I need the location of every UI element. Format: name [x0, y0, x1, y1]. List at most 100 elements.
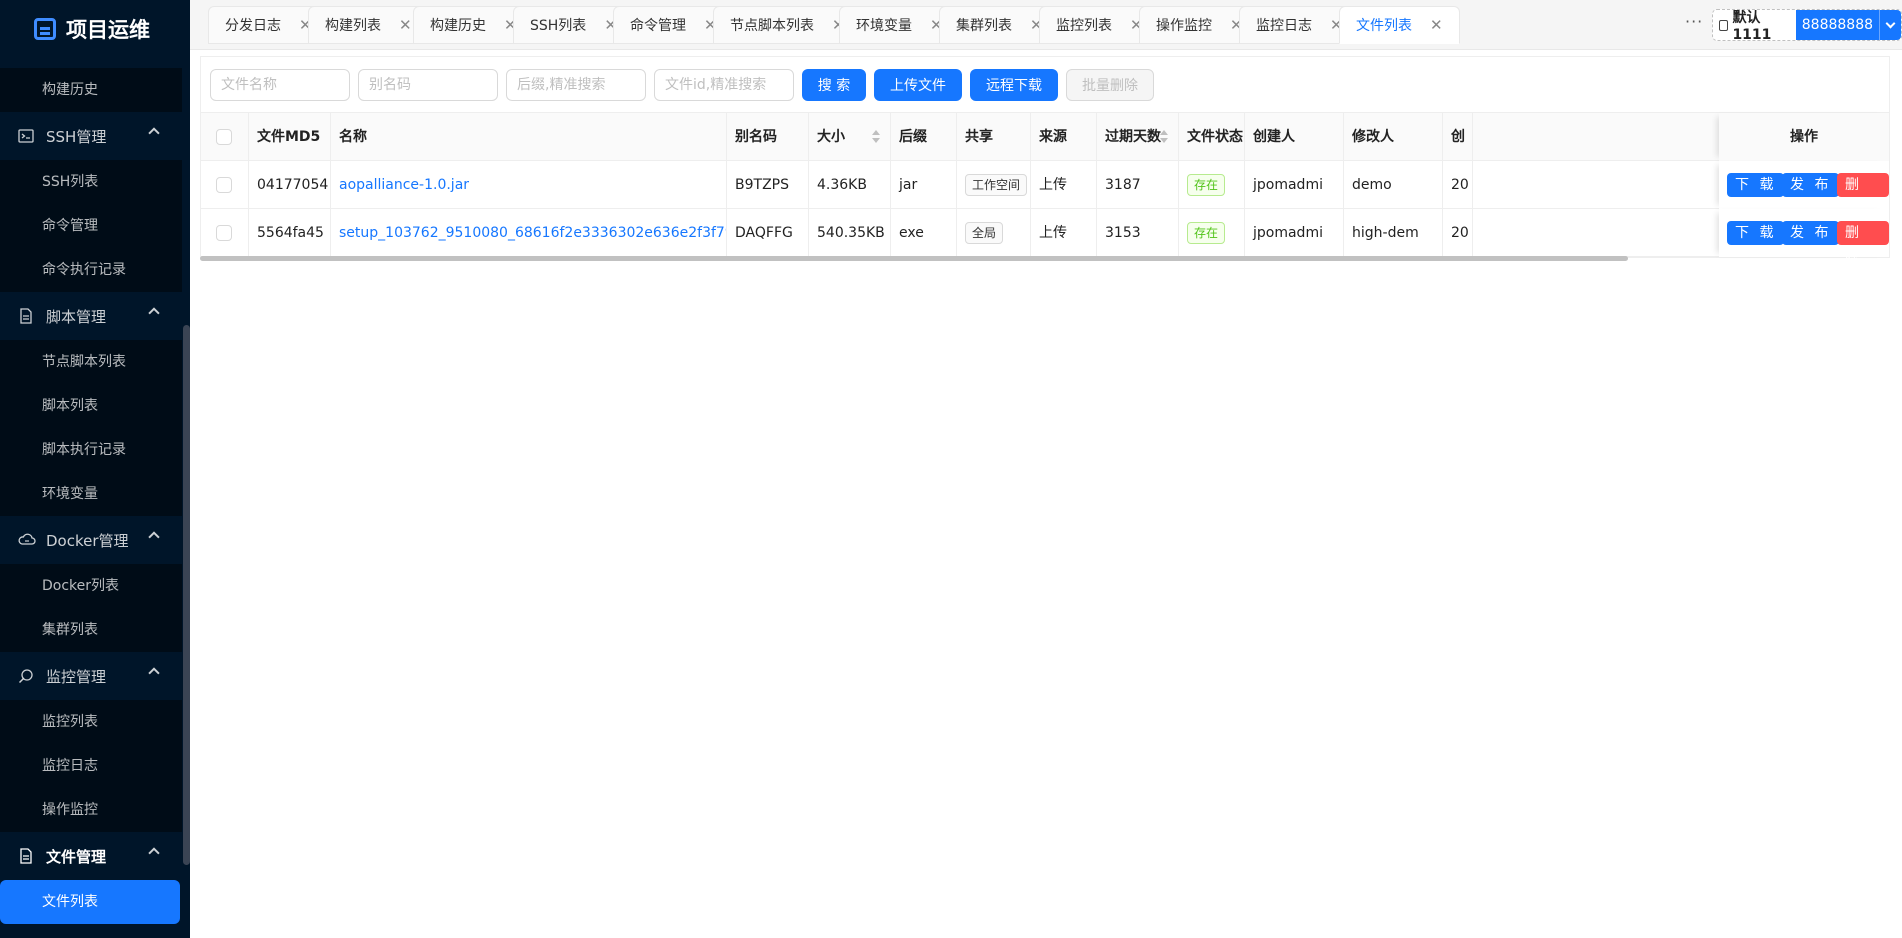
workspace-selector[interactable]: 默认1111 88888888	[1712, 9, 1902, 41]
workspace-default[interactable]: 默认1111	[1713, 10, 1796, 41]
sidebar-item[interactable]: 脚本执行记录	[0, 428, 182, 472]
sidebar-item[interactable]: Docker列表	[0, 564, 182, 608]
share-tag: 全局	[965, 222, 1004, 244]
sidebar-group-label: Docker管理	[46, 531, 129, 550]
column-header[interactable]: 大小	[809, 113, 891, 161]
workspace-default-label: 默认1111	[1732, 10, 1772, 41]
tab[interactable]: 文件列表 ✕	[1339, 6, 1460, 44]
cell-value: 3153	[1105, 225, 1141, 241]
sidebar-item[interactable]: 命令管理	[0, 204, 182, 248]
table-header: 文件MD5 名称 别名码 大小 后缀 共享 来源 过期天数 文件状态 创建人 修改人 创 操作	[201, 113, 1889, 161]
download-button[interactable]: 下 载	[1727, 221, 1785, 245]
tab-label: 分发日志	[225, 18, 281, 34]
chevron-down-icon[interactable]	[1879, 10, 1901, 40]
cell-share: 全局	[957, 209, 1031, 257]
cell-value: 3187	[1105, 177, 1141, 193]
tab-label: 集群列表	[956, 18, 1012, 34]
cell-expire: 3187	[1097, 161, 1179, 209]
cell-alias: B9TZPS	[727, 161, 809, 209]
column-header-label: 名称	[339, 129, 367, 145]
sort-icon[interactable]	[1160, 130, 1168, 144]
download-button[interactable]: 下 载	[1727, 173, 1785, 197]
select-all-checkbox[interactable]	[216, 129, 232, 145]
close-icon[interactable]: ✕	[399, 16, 412, 34]
sidebar-group-label: 脚本管理	[46, 307, 107, 326]
column-header: 别名码	[727, 113, 809, 161]
publish-button[interactable]: 发 布	[1782, 173, 1840, 197]
sidebar-item[interactable]: 构建历史	[0, 68, 182, 112]
cell-value: exe	[899, 225, 924, 241]
cell-creator: jpomadmi	[1245, 209, 1344, 257]
row-checkbox[interactable]	[216, 177, 232, 193]
search-button[interactable]: 搜 索	[802, 69, 866, 101]
cell-md5: 04177054	[249, 161, 331, 209]
app-logo[interactable]: 项目运维	[0, 0, 190, 58]
cell-value: 04177054	[257, 177, 329, 193]
more-tabs-button[interactable]: ···	[1685, 12, 1703, 31]
table-horizontal-scrollbar[interactable]	[200, 256, 1628, 261]
sidebar-item[interactable]: 操作监控	[0, 788, 182, 832]
extension-input[interactable]	[506, 69, 646, 101]
upload-file-button[interactable]: 上传文件	[874, 69, 962, 101]
file-name-link[interactable]: setup_103762_9510080_68616f2e3336302e636…	[339, 225, 726, 241]
sidebar-item[interactable]: 监控列表	[0, 700, 182, 744]
cell-name: aopalliance-1.0.jar	[331, 161, 727, 209]
sidebar-item[interactable]: 环境变量	[0, 472, 182, 516]
cell-value: 540.35KB	[817, 225, 885, 241]
file-name-link[interactable]: aopalliance-1.0.jar	[339, 177, 469, 193]
alias-input[interactable]	[358, 69, 498, 101]
row-actions: 下 载发 布删 除	[1719, 161, 1889, 217]
chevron-up-icon	[148, 667, 160, 679]
tab-label: 节点脚本列表	[730, 18, 814, 34]
remote-download-button[interactable]: 远程下载	[970, 69, 1058, 101]
file-name-input[interactable]	[210, 69, 350, 101]
cell-md5: 5564fa45	[249, 209, 331, 257]
row-checkbox[interactable]	[216, 225, 232, 241]
cell-status: 存在	[1179, 161, 1245, 209]
sidebar-menu: 构建历史 SSH管理 SSH列表 命令管理 命令执行记录脚本管理节点脚本列表 脚本列表 脚本…	[0, 68, 182, 924]
tab-label: 命令管理	[630, 18, 686, 34]
column-header-label: 修改人	[1352, 129, 1394, 145]
chevron-up-icon	[148, 307, 160, 319]
sidebar-scrollbar[interactable]	[183, 325, 190, 865]
sidebar: 项目运维 构建历史 SSH管理 SSH列表 命令管理 命令执行记录脚本管理节点脚本列表脚…	[0, 0, 190, 938]
cell-size: 540.35KB	[809, 209, 891, 257]
close-icon[interactable]: ✕	[1430, 16, 1443, 34]
sidebar-item[interactable]: 集群列表	[0, 608, 182, 652]
sidebar-group[interactable]: SSH管理	[0, 112, 182, 160]
cell-ext: jar	[891, 161, 957, 209]
sidebar-group[interactable]: 监控管理	[0, 652, 182, 700]
sort-icon[interactable]	[872, 130, 880, 144]
main-content: 搜 索 上传文件 远程下载 批量删除 文件MD5 名称 别名码 大小 后缀 共享 来源 过期天…	[200, 56, 1892, 936]
cell-source: 上传	[1031, 161, 1097, 209]
cell-value: 20	[1451, 225, 1469, 241]
sidebar-item[interactable]: 文件列表	[0, 880, 180, 924]
logo-icon	[34, 18, 56, 40]
sidebar-group[interactable]: Docker管理	[0, 516, 182, 564]
chevron-up-icon	[148, 127, 160, 139]
column-header[interactable]: 过期天数	[1097, 113, 1179, 161]
cell-value: jpomadmi	[1253, 177, 1323, 193]
column-header: 共享	[957, 113, 1031, 161]
tab[interactable]: 构建列表 ✕	[308, 6, 429, 44]
sidebar-item[interactable]: 命令执行记录	[0, 248, 182, 292]
cell-value: 5564fa45	[257, 225, 324, 241]
workspace-cluster-label[interactable]: 88888888	[1795, 10, 1880, 40]
sidebar-item[interactable]: 监控日志	[0, 744, 182, 788]
file-id-input[interactable]	[654, 69, 794, 101]
column-header-label: 别名码	[735, 129, 777, 145]
sidebar-group[interactable]: 脚本管理	[0, 292, 182, 340]
sidebar-item[interactable]: 脚本列表	[0, 384, 182, 428]
sidebar-item[interactable]: 节点脚本列表	[0, 340, 182, 384]
column-header-label: 文件MD5	[257, 129, 321, 145]
tab-label: 监控列表	[1056, 18, 1112, 34]
cell-value: jar	[899, 177, 918, 193]
sidebar-item[interactable]: SSH列表	[0, 160, 182, 204]
delete-button[interactable]: 删 除	[1837, 173, 1889, 217]
batch-delete-button[interactable]: 批量删除	[1066, 69, 1154, 101]
cell-value: 上传	[1039, 225, 1067, 241]
cloud-icon	[18, 532, 36, 548]
delete-button[interactable]: 删 除	[1837, 221, 1889, 265]
publish-button[interactable]: 发 布	[1782, 221, 1840, 245]
sidebar-group[interactable]: 文件管理	[0, 832, 182, 880]
